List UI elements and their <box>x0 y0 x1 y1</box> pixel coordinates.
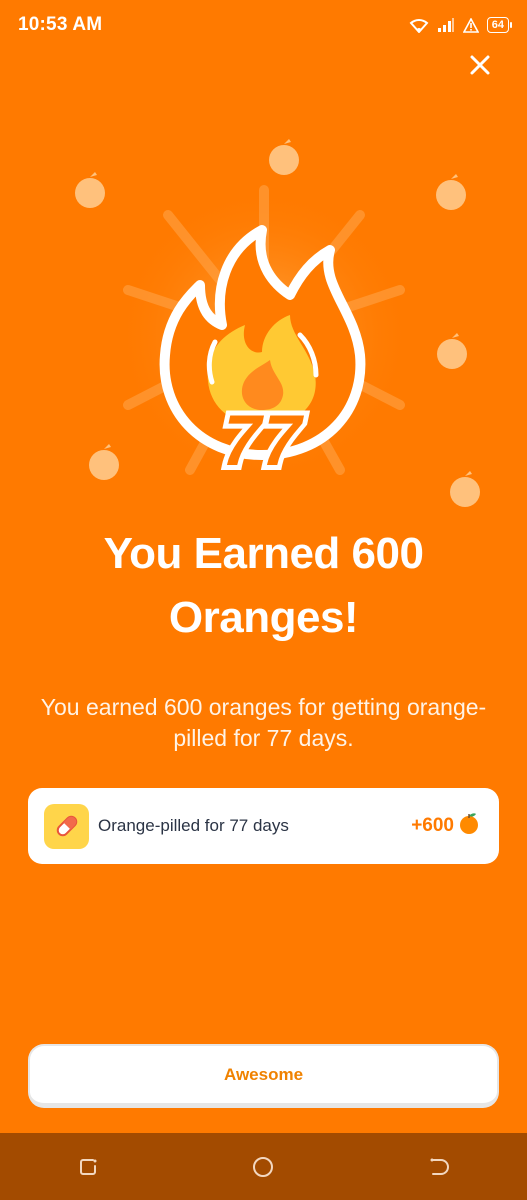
close-button[interactable] <box>467 52 493 78</box>
hero-illustration: 77 <box>0 120 527 520</box>
close-icon <box>470 55 490 75</box>
orange-icon <box>457 811 481 841</box>
awesome-button[interactable]: Awesome <box>28 1044 499 1108</box>
reward-card: Orange-pilled for 77 days +600 <box>28 788 499 864</box>
reward-amount: +600 <box>411 811 481 841</box>
reward-label: Orange-pilled for 77 days <box>98 816 289 835</box>
wifi-icon <box>409 17 429 33</box>
status-icons: 64 <box>409 17 513 33</box>
status-time: 10:53 AM <box>18 14 103 35</box>
home-button[interactable] <box>243 1147 283 1187</box>
reward-amount-value: +600 <box>411 815 454 836</box>
alert-icon <box>462 17 479 33</box>
back-button[interactable] <box>419 1147 459 1187</box>
recent-apps-icon <box>79 1158 97 1175</box>
title-line-1: You Earned 600 <box>103 529 424 578</box>
back-icon <box>430 1158 450 1175</box>
status-bar: 10:53 AM 64 <box>0 0 527 50</box>
system-nav-bar <box>0 1133 527 1200</box>
home-icon <box>253 1156 274 1177</box>
battery-icon: 64 <box>486 17 513 33</box>
pill-icon <box>44 803 89 849</box>
recent-apps-button[interactable] <box>68 1147 108 1187</box>
page-title: You Earned 600 Oranges! <box>0 522 527 650</box>
subtitle: You earned 600 oranges for getting orang… <box>40 694 487 751</box>
title-line-2: Oranges! <box>168 593 359 642</box>
streak-number: 77 <box>213 401 310 481</box>
signal-icon <box>437 17 455 33</box>
